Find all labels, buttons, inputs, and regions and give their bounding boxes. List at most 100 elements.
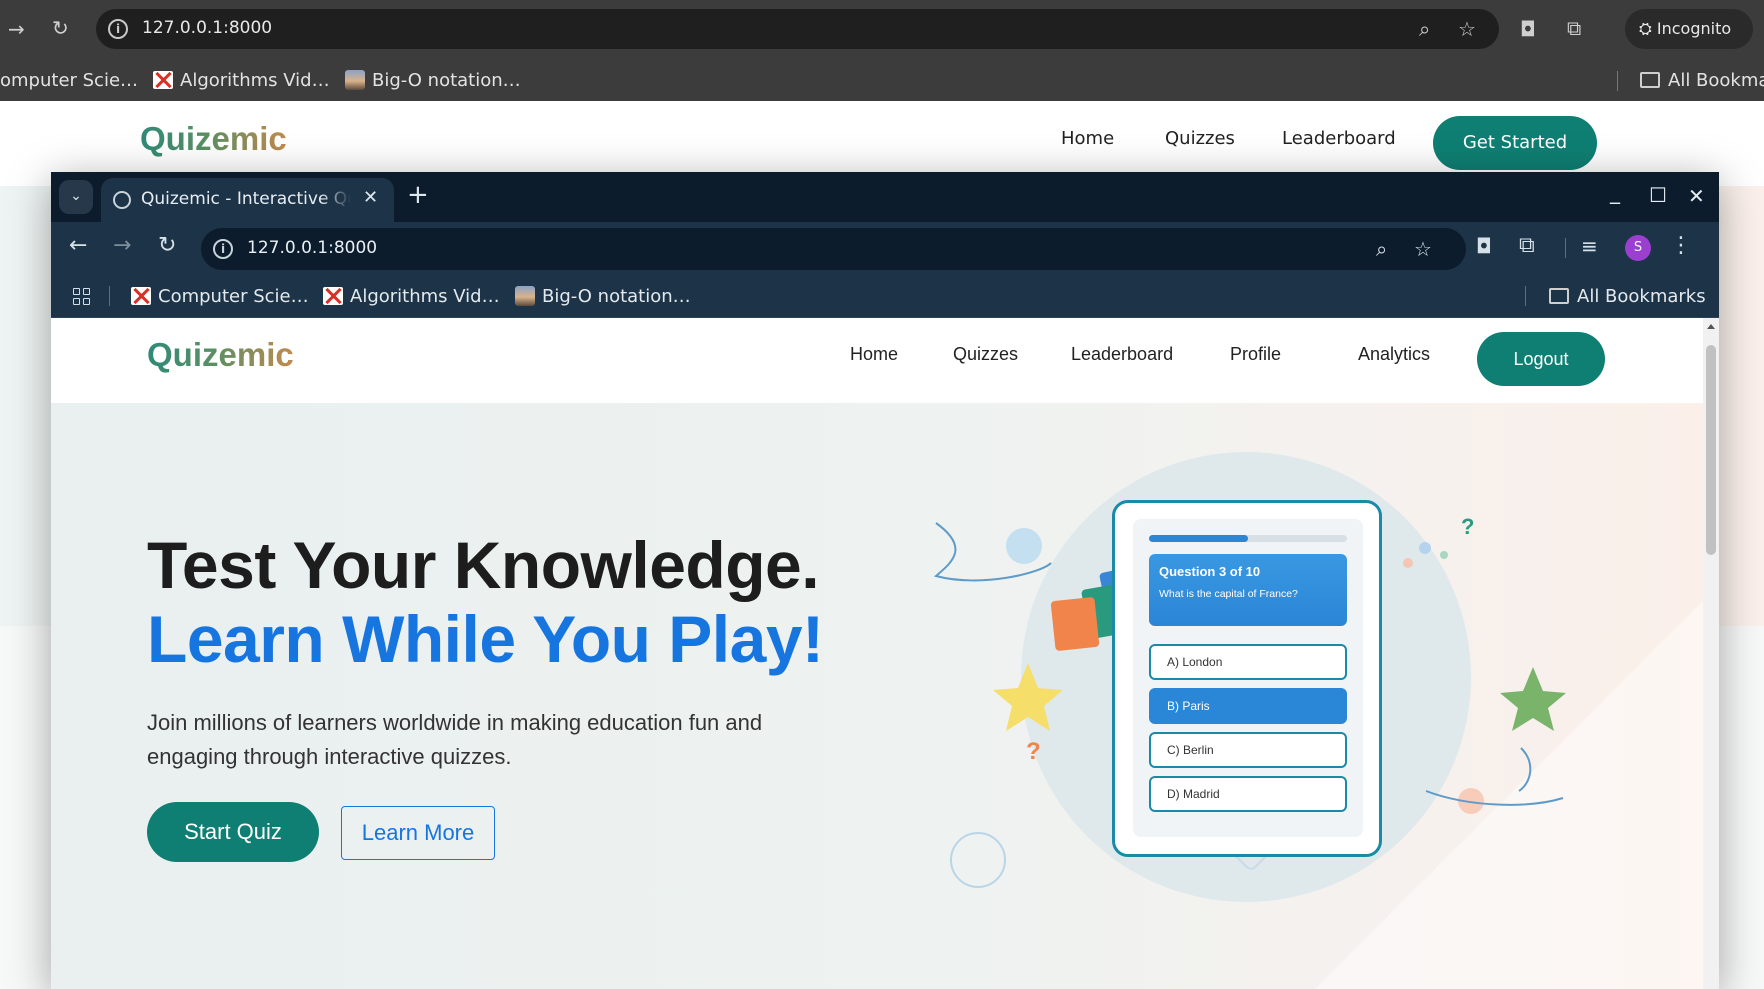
zoom-icon[interactable]: ⌕ <box>1419 17 1430 41</box>
nav-profile[interactable]: Profile <box>1230 344 1281 365</box>
bookmark-item[interactable]: Computer Scie… <box>131 286 309 307</box>
page-viewport: Quizemic Home Quizzes Leaderboard Profil… <box>51 318 1703 989</box>
bookmark-star-icon[interactable]: ☆ <box>1458 17 1476 41</box>
minimize-icon[interactable]: _ <box>1610 180 1620 204</box>
site-info-icon[interactable]: i <box>213 239 233 259</box>
question-text: What is the capital of France? <box>1159 588 1298 600</box>
all-bookmarks-label: All Bookma <box>1668 70 1764 91</box>
bookmark-item[interactable]: Algorithms Vid… <box>323 286 500 307</box>
close-window-icon[interactable]: ✕ <box>1688 184 1705 208</box>
answer-option: D) Madrid <box>1149 776 1347 812</box>
background-logo[interactable]: Quizemic <box>140 120 287 158</box>
incognito-icon: ⛭ <box>1639 19 1657 38</box>
all-bookmarks[interactable]: All Bookmarks <box>1549 286 1706 307</box>
question-number: Question 3 of 10 <box>1159 564 1261 579</box>
close-tab-icon[interactable]: ✕ <box>363 187 378 208</box>
decor-curve <box>1425 790 1564 806</box>
address-bar[interactable]: i 127.0.0.1:8000 ⌕ ☆ <box>201 228 1466 270</box>
decor-card-orange <box>1050 597 1100 651</box>
camera-icon[interactable]: ◘ <box>1520 17 1536 41</box>
bookmark-favicon-icon <box>515 286 535 306</box>
bookmark-label: Computer Scie… <box>158 286 309 307</box>
folder-icon <box>1640 72 1660 88</box>
nav-analytics[interactable]: Analytics <box>1358 344 1430 365</box>
globe-icon <box>113 191 131 209</box>
answer-option: B) Paris <box>1149 688 1347 724</box>
url-text: 127.0.0.1:8000 <box>247 238 378 258</box>
new-tab-icon[interactable]: + <box>407 182 429 208</box>
bg-nav-quizzes[interactable]: Quizzes <box>1165 128 1235 149</box>
profile-avatar[interactable]: S <box>1625 235 1651 261</box>
decor-dot <box>1419 542 1431 554</box>
background-browser-toolbar: → ↻ i 127.0.0.1:8000 ⌕ ☆ ◘ ⧉ ⛭ Incognito <box>0 0 1764 60</box>
scrollbar-thumb[interactable] <box>1706 345 1716 555</box>
bookmark-item[interactable]: omputer Scie… <box>0 70 138 91</box>
scroll-up-arrow-icon[interactable] <box>1707 324 1715 329</box>
folder-icon <box>1549 288 1569 304</box>
quiz-illustration: ? ? ? <box>933 452 1566 902</box>
media-controls-icon[interactable]: ≡ <box>1581 235 1598 257</box>
maximize-icon[interactable]: ☐ <box>1649 183 1667 207</box>
decor-ring <box>950 832 1006 888</box>
nav-leaderboard[interactable]: Leaderboard <box>1071 344 1173 365</box>
bookmark-favicon-icon <box>345 70 365 90</box>
quiz-progress-bar <box>1149 535 1347 542</box>
get-started-button[interactable]: Get Started <box>1433 116 1597 170</box>
toolbar-separator <box>1565 238 1566 258</box>
bookmarks-separator <box>109 286 110 306</box>
extensions-icon[interactable]: ⧉ <box>1519 235 1535 257</box>
camera-icon[interactable]: ◘ <box>1476 235 1492 257</box>
bookmark-favicon-icon <box>131 287 151 305</box>
tab-quizemic[interactable]: Quizemic - Interactive Quiz Platform ✕ <box>101 178 394 222</box>
tab-title: Quizemic - Interactive Quiz Platform <box>141 189 351 209</box>
extensions-icon[interactable]: ⧉ <box>1567 16 1581 40</box>
all-bookmarks[interactable]: All Bookma <box>1640 70 1764 91</box>
zoom-icon[interactable]: ⌕ <box>1376 237 1387 261</box>
browser-window: ⌄ Quizemic - Interactive Quiz Platform ✕… <box>51 172 1719 989</box>
nav-home[interactable]: Home <box>850 344 898 365</box>
decor-star-green <box>1500 667 1566 731</box>
bg-nav-home[interactable]: Home <box>1061 128 1114 149</box>
decor-bubble <box>1006 528 1042 564</box>
decor-question-mark: ? <box>1461 514 1474 539</box>
tab-search-dropdown-icon[interactable]: ⌄ <box>59 180 93 214</box>
browser-toolbar: ← → ↻ i 127.0.0.1:8000 ⌕ ☆ ◘ ⧉ ≡ S ⋮ <box>51 222 1719 274</box>
quiz-progress-fill <box>1149 535 1248 542</box>
bookmark-item[interactable]: Big-O notation… <box>345 70 521 91</box>
reload-icon[interactable]: ↻ <box>52 16 69 40</box>
decor-curve <box>1518 747 1532 792</box>
forward-icon[interactable]: → <box>113 235 131 257</box>
bookmark-item[interactable]: Big-O notation… <box>515 286 691 307</box>
question-card: Question 3 of 10 What is the capital of … <box>1149 554 1347 626</box>
page-scrollbar[interactable] <box>1703 318 1719 989</box>
back-icon[interactable]: ← <box>69 235 87 257</box>
site-info-icon[interactable]: i <box>108 19 128 39</box>
hero-section: Test Your Knowledge. Learn While You Pla… <box>51 403 1703 989</box>
bookmark-item[interactable]: Algorithms Vid… <box>153 70 330 91</box>
nav-quizzes[interactable]: Quizzes <box>953 344 1018 365</box>
logout-button[interactable]: Logout <box>1477 332 1605 386</box>
site-navbar: Quizemic Home Quizzes Leaderboard Profil… <box>51 318 1703 403</box>
decor-dot <box>1440 551 1448 559</box>
bookmark-favicon-icon <box>323 287 343 305</box>
incognito-label: Incognito <box>1656 19 1732 38</box>
bookmark-label: Big-O notation… <box>542 286 691 307</box>
bg-nav-leaderboard[interactable]: Leaderboard <box>1282 128 1396 149</box>
tab-strip: ⌄ Quizemic - Interactive Quiz Platform ✕… <box>51 172 1719 222</box>
forward-icon[interactable]: → <box>8 17 25 41</box>
incognito-badge[interactable]: ⛭ Incognito <box>1625 9 1753 49</box>
bookmarks-separator <box>1525 286 1526 306</box>
background-url: 127.0.0.1:8000 <box>142 18 273 38</box>
bookmark-label: Algorithms Vid… <box>180 70 330 91</box>
bookmark-favicon-icon <box>153 71 173 89</box>
site-logo[interactable]: Quizemic <box>147 336 294 374</box>
all-bookmarks-label: All Bookmarks <box>1577 286 1706 307</box>
bookmark-star-icon[interactable]: ☆ <box>1414 237 1432 261</box>
background-bookmarks-bar: omputer Scie… Algorithms Vid… Big-O nota… <box>0 60 1764 101</box>
bookmarks-bar: Computer Scie… Algorithms Vid… Big-O not… <box>51 274 1719 318</box>
bookmarks-separator <box>1617 71 1618 91</box>
reload-icon[interactable]: ↻ <box>158 235 176 257</box>
menu-kebab-icon[interactable]: ⋮ <box>1670 235 1692 257</box>
background-address-bar[interactable]: i 127.0.0.1:8000 ⌕ ☆ <box>96 9 1499 49</box>
apps-grid-icon[interactable] <box>73 288 91 306</box>
